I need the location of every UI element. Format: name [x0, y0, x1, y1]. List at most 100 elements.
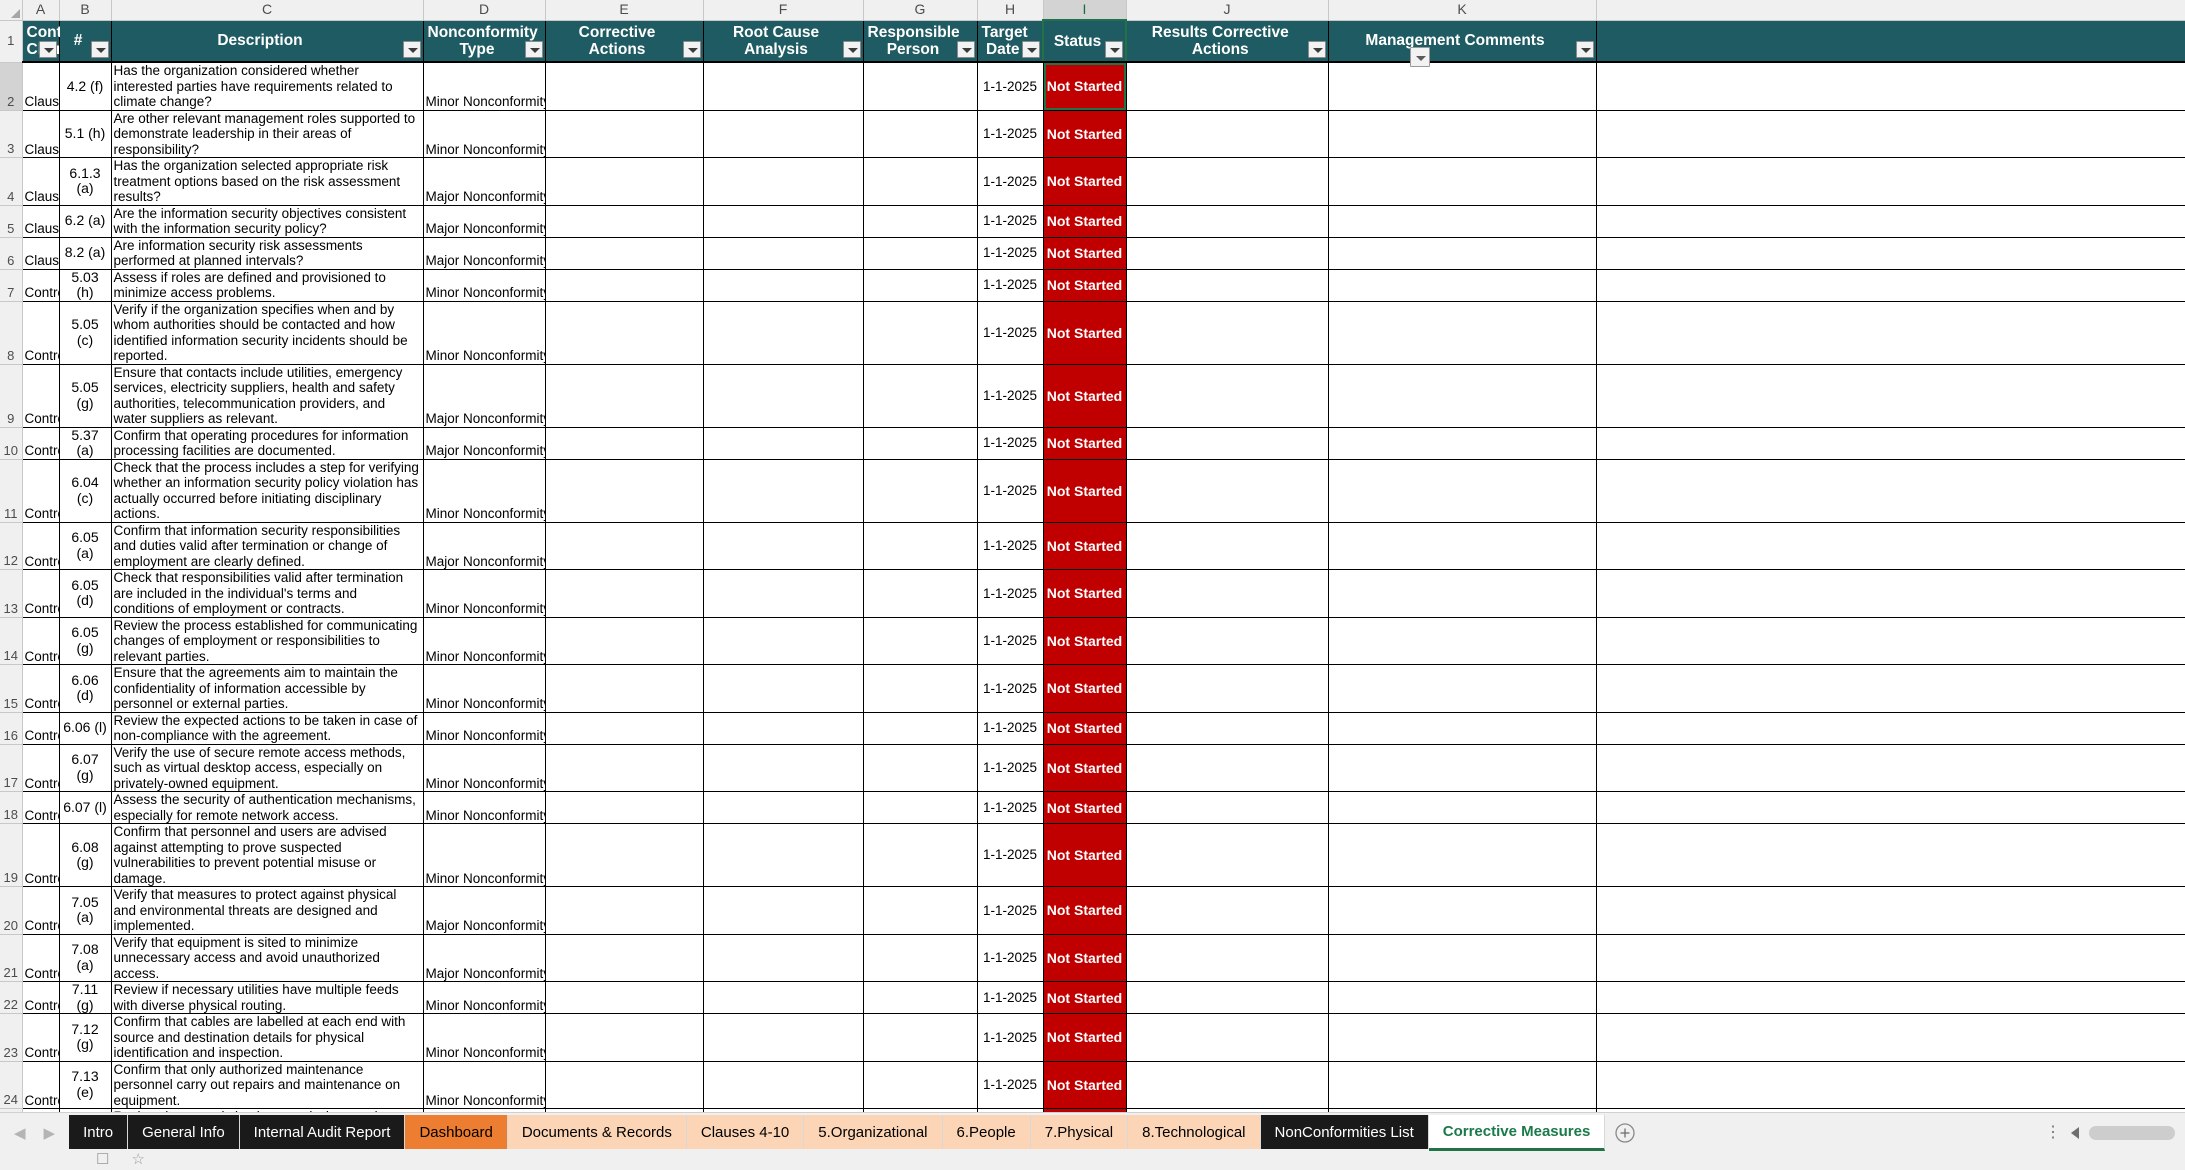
- filter-dropdown-icon-number[interactable]: [90, 41, 109, 58]
- cell-description[interactable]: Has the organization considered whether …: [111, 62, 424, 111]
- cell-target-date[interactable]: 1-1-2025: [977, 569, 1044, 618]
- cell-responsible-person[interactable]: [863, 301, 978, 365]
- cell-control-clause[interactable]: Control: [21, 664, 60, 713]
- cell-target-date[interactable]: 1-1-2025: [977, 934, 1044, 982]
- cell-target-date[interactable]: 1-1-2025: [977, 269, 1044, 302]
- cell-results-corrective-actions[interactable]: [1126, 744, 1329, 792]
- header-results-corrective-actions[interactable]: Results Corrective Actions: [1126, 19, 1329, 63]
- cell-root-cause-analysis[interactable]: [703, 791, 864, 824]
- cell-corrective-actions[interactable]: [545, 62, 704, 111]
- row-header-16[interactable]: 16: [0, 712, 23, 745]
- cell-nonconformity-type[interactable]: Major Nonconformity (NC): [423, 522, 546, 570]
- sheet-tabs[interactable]: Intro General Info Internal Audit Report Da…: [69, 1115, 1606, 1151]
- cell-target-date[interactable]: 1-1-2025: [977, 62, 1044, 111]
- cell-description[interactable]: Confirm that operating procedures for in…: [111, 427, 424, 460]
- cell-management-comments[interactable]: [1328, 569, 1597, 618]
- row-header-11[interactable]: 11: [0, 459, 23, 523]
- cell-target-date[interactable]: 1-1-2025: [977, 712, 1044, 745]
- cell-results-corrective-actions[interactable]: [1126, 237, 1329, 270]
- cell-management-comments[interactable]: [1328, 1013, 1597, 1062]
- cell-description[interactable]: Verify the use of secure remote access m…: [111, 744, 424, 792]
- column-header-H[interactable]: H: [977, 0, 1044, 21]
- cell-results-corrective-actions[interactable]: [1126, 62, 1329, 111]
- cell-management-comments[interactable]: [1328, 522, 1597, 570]
- cell-management-comments[interactable]: [1328, 981, 1597, 1014]
- cell-number[interactable]: 5.1 (h): [59, 110, 112, 158]
- header-number[interactable]: #: [59, 19, 112, 63]
- sheet-tab-6-people[interactable]: 6.People: [942, 1115, 1031, 1149]
- sheet-view-icon[interactable]: ☐: [96, 1150, 109, 1168]
- table-row[interactable]: 24Control7.13 (e)Confirm that only autho…: [0, 1061, 2185, 1109]
- cell-number[interactable]: 6.08 (g): [59, 823, 112, 887]
- cell-status[interactable]: Not Started: [1043, 364, 1127, 428]
- sheet-nav-arrows[interactable]: ◀ ▶: [0, 1115, 69, 1151]
- cell-status[interactable]: Not Started: [1043, 569, 1127, 618]
- cell-nonconformity-type[interactable]: Minor Nonconformity (nc): [423, 1013, 546, 1062]
- cell-results-corrective-actions[interactable]: [1126, 981, 1329, 1014]
- column-header-C[interactable]: C: [111, 0, 424, 21]
- cell-corrective-actions[interactable]: [545, 110, 704, 158]
- cell-root-cause-analysis[interactable]: [703, 237, 864, 270]
- table-row[interactable]: 8Control5.05 (c)Verify if the organizati…: [0, 301, 2185, 365]
- cell-management-comments[interactable]: [1328, 301, 1597, 365]
- cell-corrective-actions[interactable]: [545, 237, 704, 270]
- cell-description[interactable]: Confirm that information security respon…: [111, 522, 424, 570]
- header-target-date[interactable]: Target Date: [977, 19, 1044, 63]
- row-header-14[interactable]: 14: [0, 617, 23, 665]
- table-row[interactable]: 20Control7.05 (a)Verify that measures to…: [0, 886, 2185, 935]
- status-validation-dropdown-icon[interactable]: [1410, 47, 1430, 67]
- cell-status[interactable]: Not Started: [1043, 823, 1127, 887]
- cell-control-clause[interactable]: Clause: [21, 237, 60, 270]
- cell-description[interactable]: Confirm that only authorized maintenance…: [111, 1061, 424, 1109]
- row-header-10[interactable]: 10: [0, 427, 23, 460]
- cell-corrective-actions[interactable]: [545, 205, 704, 238]
- cell-results-corrective-actions[interactable]: [1126, 886, 1329, 935]
- column-header-A[interactable]: A: [22, 0, 60, 21]
- table-row[interactable]: 21Control7.08 (a)Verify that equipment i…: [0, 934, 2185, 982]
- cell-control-clause[interactable]: Control: [21, 522, 60, 570]
- cell-results-corrective-actions[interactable]: [1126, 569, 1329, 618]
- cell-root-cause-analysis[interactable]: [703, 110, 864, 158]
- cell-number[interactable]: 6.04 (c): [59, 459, 112, 523]
- cell-target-date[interactable]: 1-1-2025: [977, 157, 1044, 206]
- chevron-right-icon[interactable]: ▶: [44, 1124, 56, 1142]
- cell-target-date[interactable]: 1-1-2025: [977, 791, 1044, 824]
- cell-corrective-actions[interactable]: [545, 934, 704, 982]
- cell-target-date[interactable]: 1-1-2025: [977, 364, 1044, 428]
- cell-responsible-person[interactable]: [863, 522, 978, 570]
- cell-corrective-actions[interactable]: [545, 569, 704, 618]
- cell-status[interactable]: Not Started: [1043, 981, 1127, 1014]
- cell-management-comments[interactable]: [1328, 62, 1597, 111]
- cell-nonconformity-type[interactable]: Major Nonconformity (NC): [423, 157, 546, 206]
- cell-corrective-actions[interactable]: [545, 427, 704, 460]
- cell-management-comments[interactable]: [1328, 664, 1597, 713]
- cell-results-corrective-actions[interactable]: [1126, 157, 1329, 206]
- cell-nonconformity-type[interactable]: Minor Nonconformity (nc): [423, 269, 546, 302]
- cell-corrective-actions[interactable]: [545, 664, 704, 713]
- cell-control-clause[interactable]: Control: [21, 427, 60, 460]
- cell-nonconformity-type[interactable]: Minor Nonconformity (nc): [423, 569, 546, 618]
- table-row[interactable]: 15Control6.06 (d)Ensure that the agreeme…: [0, 664, 2185, 713]
- table-row[interactable]: 13Control6.05 (d)Check that responsibili…: [0, 569, 2185, 618]
- cell-target-date[interactable]: 1-1-2025: [977, 1061, 1044, 1109]
- cell-description[interactable]: Review the process established for commu…: [111, 617, 424, 665]
- worksheet-grid[interactable]: A B C D E F G H I J K 1 Control Clause #: [0, 0, 2185, 1170]
- cell-nonconformity-type[interactable]: Minor Nonconformity (nc): [423, 110, 546, 158]
- cell-nonconformity-type[interactable]: Minor Nonconformity (nc): [423, 664, 546, 713]
- more-options-icon[interactable]: ⋮: [2045, 1125, 2061, 1141]
- cell-target-date[interactable]: 1-1-2025: [977, 744, 1044, 792]
- cell-number[interactable]: 6.07 (g): [59, 744, 112, 792]
- cell-management-comments[interactable]: [1328, 237, 1597, 270]
- header-management-comments[interactable]: Management Comments: [1328, 19, 1597, 63]
- cell-control-clause[interactable]: Clause: [21, 205, 60, 238]
- sheet-tab-general-info[interactable]: General Info: [128, 1115, 240, 1149]
- cell-results-corrective-actions[interactable]: [1126, 301, 1329, 365]
- filter-dropdown-icon-root-cause-analysis[interactable]: [842, 41, 861, 58]
- cell-root-cause-analysis[interactable]: [703, 62, 864, 111]
- cell-responsible-person[interactable]: [863, 269, 978, 302]
- cell-control-clause[interactable]: Clause: [21, 157, 60, 206]
- cell-control-clause[interactable]: Control: [21, 569, 60, 618]
- cell-status[interactable]: Not Started: [1043, 269, 1127, 302]
- sheet-tab-bar[interactable]: ◀ ▶ Intro General Info Internal Audit Repo…: [0, 1112, 2185, 1170]
- cell-results-corrective-actions[interactable]: [1126, 364, 1329, 428]
